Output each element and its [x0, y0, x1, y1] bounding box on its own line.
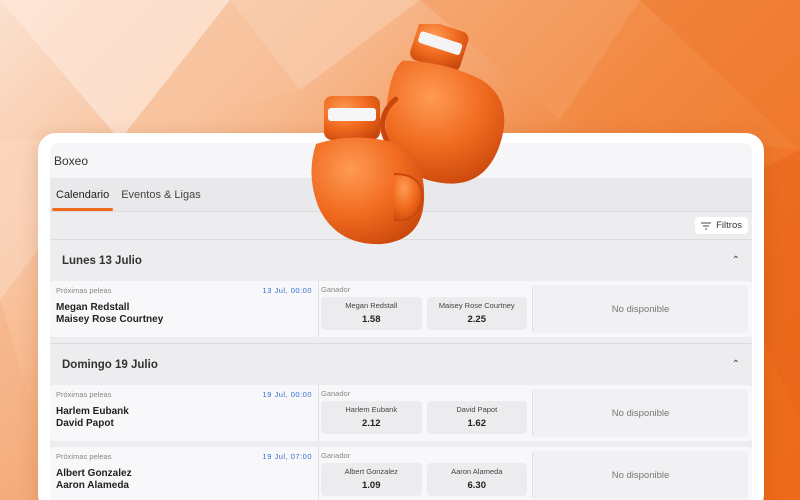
odd-button[interactable]: Megan Redstall 1.58	[321, 297, 422, 330]
odd-name: Albert Gonzalez	[344, 467, 398, 476]
odd-value: 1.09	[362, 480, 381, 491]
tab-eventos-ligas[interactable]: Eventos & Ligas	[117, 189, 205, 211]
page-title: Boxeo	[54, 153, 89, 168]
odds-section: Ganador Harlem Eubank 2.12 David Papot 1…	[318, 385, 532, 441]
event-info[interactable]: Próximas peleas 19 Jul, 07:00 Albert Gon…	[50, 447, 318, 500]
event-time: 19 Jul, 00:00	[262, 390, 312, 399]
event-time: 13 Jul, 00:00	[262, 286, 312, 295]
odd-button[interactable]: Harlem Eubank 2.12	[321, 401, 422, 434]
event-info[interactable]: Próximas peleas 19 Jul, 00:00 Harlem Eub…	[50, 385, 318, 441]
filters-label: Filtros	[716, 220, 742, 231]
odd-button[interactable]: Aaron Alameda 6.30	[426, 463, 527, 496]
day-header-domingo[interactable]: Domingo 19 Julio ⌃	[50, 343, 752, 385]
fighter-1: Albert Gonzalez	[56, 468, 132, 479]
day-label: Lunes 13 Julio	[62, 254, 142, 267]
event-category: Próximas peleas	[56, 390, 112, 399]
odd-value: 2.25	[467, 314, 487, 325]
event-category: Próximas peleas	[56, 452, 112, 461]
chevron-up-icon[interactable]: ⌃	[732, 255, 740, 266]
fighter-2: Aaron Alameda	[56, 480, 129, 491]
event-time: 19 Jul, 07:00	[262, 452, 312, 461]
fighter-2: David Papot	[56, 418, 114, 429]
odd-value: 1.62	[467, 418, 487, 429]
event-category: Próximas peleas	[56, 286, 112, 295]
event-card: Próximas peleas 19 Jul, 07:00 Albert Gon…	[50, 447, 752, 500]
fighter-2: Maisey Rose Courtney	[56, 314, 164, 325]
odd-name: Harlem Eubank	[345, 405, 398, 414]
odd-value: 2.12	[362, 418, 381, 429]
odd-button[interactable]: Maisey Rose Courtney 2.25	[426, 297, 527, 330]
odds-section: Ganador Albert Gonzalez 1.09 Aaron Alame…	[318, 447, 532, 500]
odd-name: Maisey Rose Courtney	[438, 301, 515, 310]
odd-value: 1.58	[362, 314, 381, 325]
boxing-gloves-icon	[311, 24, 505, 245]
odd-name: Megan Redstall	[345, 301, 398, 310]
event-card: Próximas peleas 19 Jul, 00:00 Harlem Eub…	[50, 385, 752, 441]
odd-name: David Papot	[456, 405, 498, 414]
odd-button[interactable]: David Papot 1.62	[426, 401, 527, 434]
market-label: Ganador	[321, 451, 351, 460]
filter-icon	[701, 222, 712, 229]
event-card: Próximas peleas 13 Jul, 00:00 Megan Reds…	[50, 281, 752, 337]
odds-section: Ganador Megan Redstall 1.58 Maisey Rose …	[318, 281, 532, 337]
filters-button[interactable]: Filtros	[695, 217, 748, 234]
chevron-up-icon[interactable]: ⌃	[732, 359, 740, 370]
fighter-1: Megan Redstall	[56, 302, 130, 313]
status-unavailable: No disponible	[532, 285, 748, 333]
day-label: Domingo 19 Julio	[62, 358, 158, 371]
odd-value: 6.30	[467, 480, 487, 491]
market-label: Ganador	[321, 389, 351, 398]
fighter-1: Harlem Eubank	[56, 406, 129, 417]
status-unavailable: No disponible	[532, 389, 748, 437]
odd-button[interactable]: Albert Gonzalez 1.09	[321, 463, 422, 496]
odd-name: Aaron Alameda	[451, 467, 503, 476]
tab-calendario[interactable]: Calendario	[52, 189, 114, 211]
market-label: Ganador	[321, 285, 351, 294]
status-unavailable: No disponible	[532, 451, 748, 499]
event-info[interactable]: Próximas peleas 13 Jul, 00:00 Megan Reds…	[50, 281, 318, 337]
